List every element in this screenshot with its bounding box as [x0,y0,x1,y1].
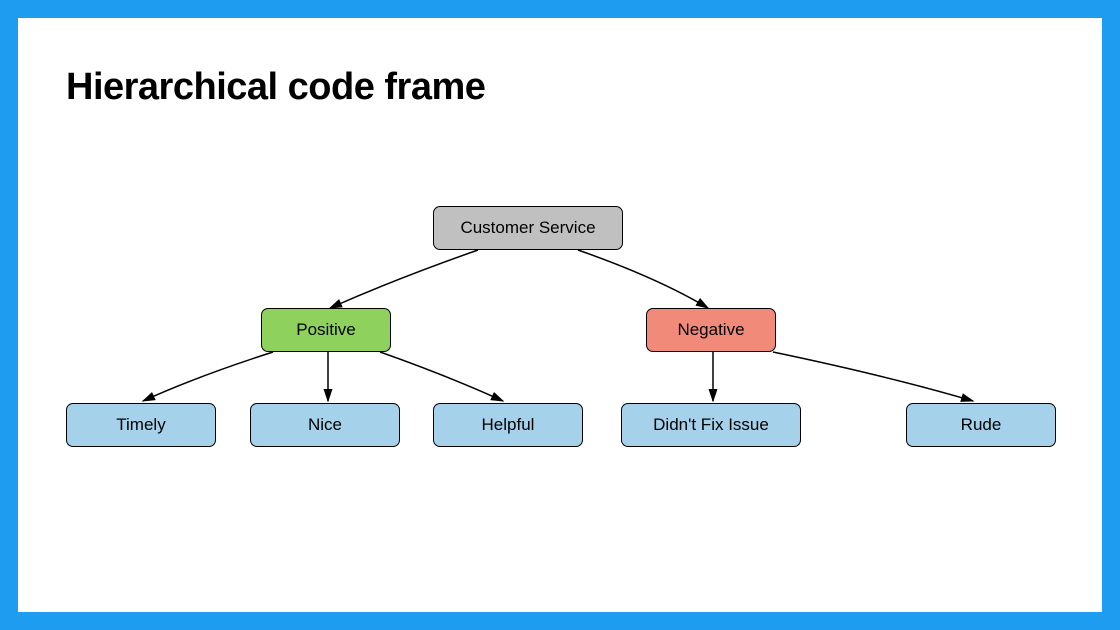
node-rude-label: Rude [961,415,1002,435]
node-didnt-fix-label: Didn't Fix Issue [653,415,769,435]
node-helpful: Helpful [433,403,583,447]
node-helpful-label: Helpful [482,415,535,435]
node-didnt-fix: Didn't Fix Issue [621,403,801,447]
node-positive: Positive [261,308,391,352]
node-timely: Timely [66,403,216,447]
diagram-frame: Hierarchical code frame Customer Service… [18,18,1102,612]
node-root: Customer Service [433,206,623,250]
node-nice: Nice [250,403,400,447]
page-title: Hierarchical code frame [66,66,485,109]
node-nice-label: Nice [308,415,342,435]
node-positive-label: Positive [296,320,356,340]
node-negative-label: Negative [677,320,744,340]
node-root-label: Customer Service [460,218,595,238]
node-rude: Rude [906,403,1056,447]
node-timely-label: Timely [116,415,165,435]
node-negative: Negative [646,308,776,352]
